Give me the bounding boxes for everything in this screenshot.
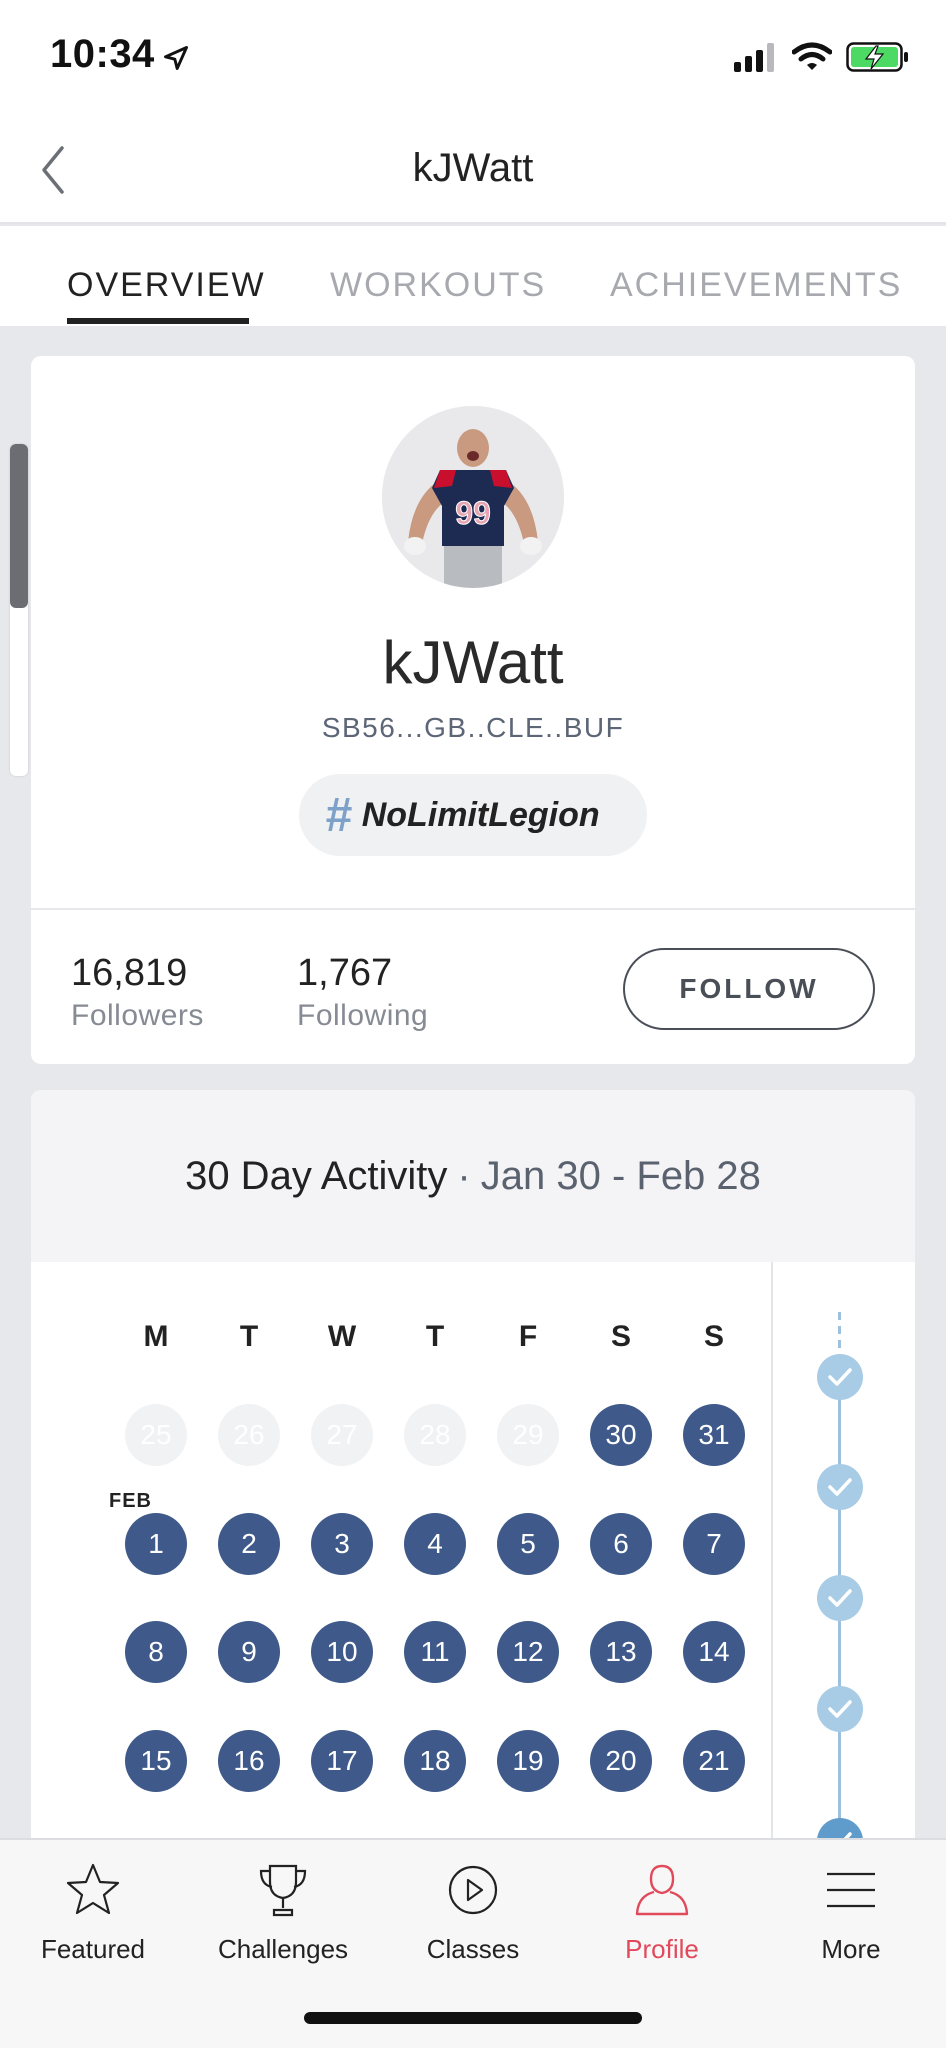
menu-icon xyxy=(827,1872,875,1908)
tabbar-label: Profile xyxy=(625,1934,699,1964)
activity-card: 30 Day Activity · Jan 30 - Feb 28 M T W … xyxy=(31,1090,915,1850)
calendar-day: 20 xyxy=(590,1730,652,1792)
activity-date-range: Jan 30 - Feb 28 xyxy=(480,1153,761,1198)
calendar-day: 12 xyxy=(497,1621,559,1683)
calendar-day: 26 xyxy=(218,1404,280,1466)
scrollbar[interactable] xyxy=(10,444,28,776)
followers-stat[interactable]: 16,819 Followers xyxy=(71,952,204,1033)
weekday-label: M xyxy=(143,1320,169,1353)
weekday-label: S xyxy=(610,1320,631,1353)
divider xyxy=(31,908,915,910)
tabbar-label: Featured xyxy=(40,1934,146,1964)
scrollbar-thumb[interactable] xyxy=(10,444,28,608)
calendar-day: 5 xyxy=(497,1513,559,1575)
weekday-label: T xyxy=(425,1320,445,1353)
profile-tabs: OVERVIEW WORKOUTS ACHIEVEMENTS xyxy=(0,226,946,326)
location-arrow-icon xyxy=(164,46,188,70)
tabbar-item-profile[interactable]: Profile xyxy=(572,1858,752,1965)
page-title: kJWatt xyxy=(412,146,534,190)
calendar-day: 10 xyxy=(311,1621,373,1683)
followers-label: Followers xyxy=(71,999,204,1032)
following-count: 1,767 xyxy=(297,952,393,994)
team-tag-label: NoLimitLegion xyxy=(361,795,600,834)
calendar-day: 19 xyxy=(497,1730,559,1792)
battery-icon xyxy=(846,42,908,72)
activity-calendar: M T W T F S S FEB 25 26 27 28 29 30 31 1 2 3 4 5 6 7 8… xyxy=(31,1262,771,1850)
tab-overview[interactable]: OVERVIEW xyxy=(67,266,266,305)
calendar-day: 18 xyxy=(404,1730,466,1792)
calendar-day: 6 xyxy=(590,1513,652,1575)
tab-workouts[interactable]: WORKOUTS xyxy=(330,266,546,305)
calendar-day: 16 xyxy=(218,1730,280,1792)
tabbar-item-featured[interactable]: Featured xyxy=(3,1858,183,1965)
active-tab-indicator xyxy=(67,318,249,324)
tabbar-item-challenges[interactable]: Challenges xyxy=(193,1858,373,1965)
activity-header: 30 Day Activity · Jan 30 - Feb 28 xyxy=(31,1090,915,1262)
wifi-icon xyxy=(792,42,832,70)
team-tag-pill[interactable]: # NoLimitLegion xyxy=(299,774,647,856)
tabbar-label: More xyxy=(821,1934,881,1964)
calendar-day: 15 xyxy=(125,1730,187,1792)
athlete-photo: 99 xyxy=(382,406,564,588)
tabbar-label: Classes xyxy=(426,1934,520,1964)
svg-text:99: 99 xyxy=(455,495,491,531)
following-stat[interactable]: 1,767 Following xyxy=(297,952,428,1033)
calendar-day: 2 xyxy=(218,1513,280,1575)
calendar-day: 27 xyxy=(311,1404,373,1466)
navigation-header: kJWatt xyxy=(0,120,946,224)
person-icon xyxy=(635,1864,689,1916)
tabbar-label: Challenges xyxy=(217,1934,349,1964)
activity-separator: · xyxy=(457,1153,471,1198)
calendar-day: 3 xyxy=(311,1513,373,1575)
trophy-icon xyxy=(259,1864,307,1917)
profile-username: kJWatt xyxy=(382,629,564,696)
calendar-day: 8 xyxy=(125,1621,187,1683)
activity-title: 30 Day Activity xyxy=(185,1153,448,1198)
calendar-day: 21 xyxy=(683,1730,745,1792)
star-icon xyxy=(66,1863,120,1915)
calendar-day: 25 xyxy=(125,1404,187,1466)
profile-bio: SB56...GB..CLE..BUF xyxy=(321,712,625,743)
weekday-label: W xyxy=(327,1320,357,1353)
calendar-day: 29 xyxy=(497,1404,559,1466)
week-check-icon xyxy=(817,1686,863,1732)
following-label: Following xyxy=(297,999,429,1032)
signal-icon xyxy=(734,43,774,72)
avatar: 99 xyxy=(382,406,564,588)
calendar-day: 13 xyxy=(590,1621,652,1683)
calendar-day: 7 xyxy=(683,1513,745,1575)
tab-achievements[interactable]: ACHIEVEMENTS xyxy=(610,266,902,305)
week-check-icon xyxy=(817,1464,863,1510)
timeline-dashed-line xyxy=(838,1312,841,1358)
calendar-day: 30 xyxy=(590,1404,652,1466)
tabbar-item-more[interactable]: More xyxy=(761,1858,941,1965)
calendar-day: 17 xyxy=(311,1730,373,1792)
status-bar: 10:34 xyxy=(0,0,946,120)
month-label: FEB xyxy=(109,1490,152,1512)
calendar-day: 9 xyxy=(218,1621,280,1683)
weekday-label: F xyxy=(518,1320,538,1353)
calendar-divider xyxy=(771,1262,773,1850)
profile-card: 99 kJWatt SB56...GB..CLE..BUF # NoLimitL… xyxy=(31,356,915,1064)
week-check-icon xyxy=(817,1575,863,1621)
calendar-day: 1 xyxy=(125,1513,187,1575)
calendar-day: 11 xyxy=(404,1621,466,1683)
week-check-icon xyxy=(817,1354,863,1400)
follow-button[interactable]: FOLLOW xyxy=(623,948,875,1030)
calendar-day: 4 xyxy=(404,1513,466,1575)
calendar-day: 14 xyxy=(683,1621,745,1683)
home-indicator xyxy=(304,2012,642,2024)
followers-count: 16,819 xyxy=(71,952,188,994)
calendar-day: 31 xyxy=(683,1404,745,1466)
play-circle-icon xyxy=(448,1865,498,1915)
tabbar-item-classes[interactable]: Classes xyxy=(383,1858,563,1965)
weekday-label: T xyxy=(239,1320,259,1353)
hashtag-icon: # xyxy=(325,788,352,842)
weekday-label: S xyxy=(703,1320,724,1353)
calendar-day: 28 xyxy=(404,1404,466,1466)
status-time: 10:34 xyxy=(50,32,155,76)
